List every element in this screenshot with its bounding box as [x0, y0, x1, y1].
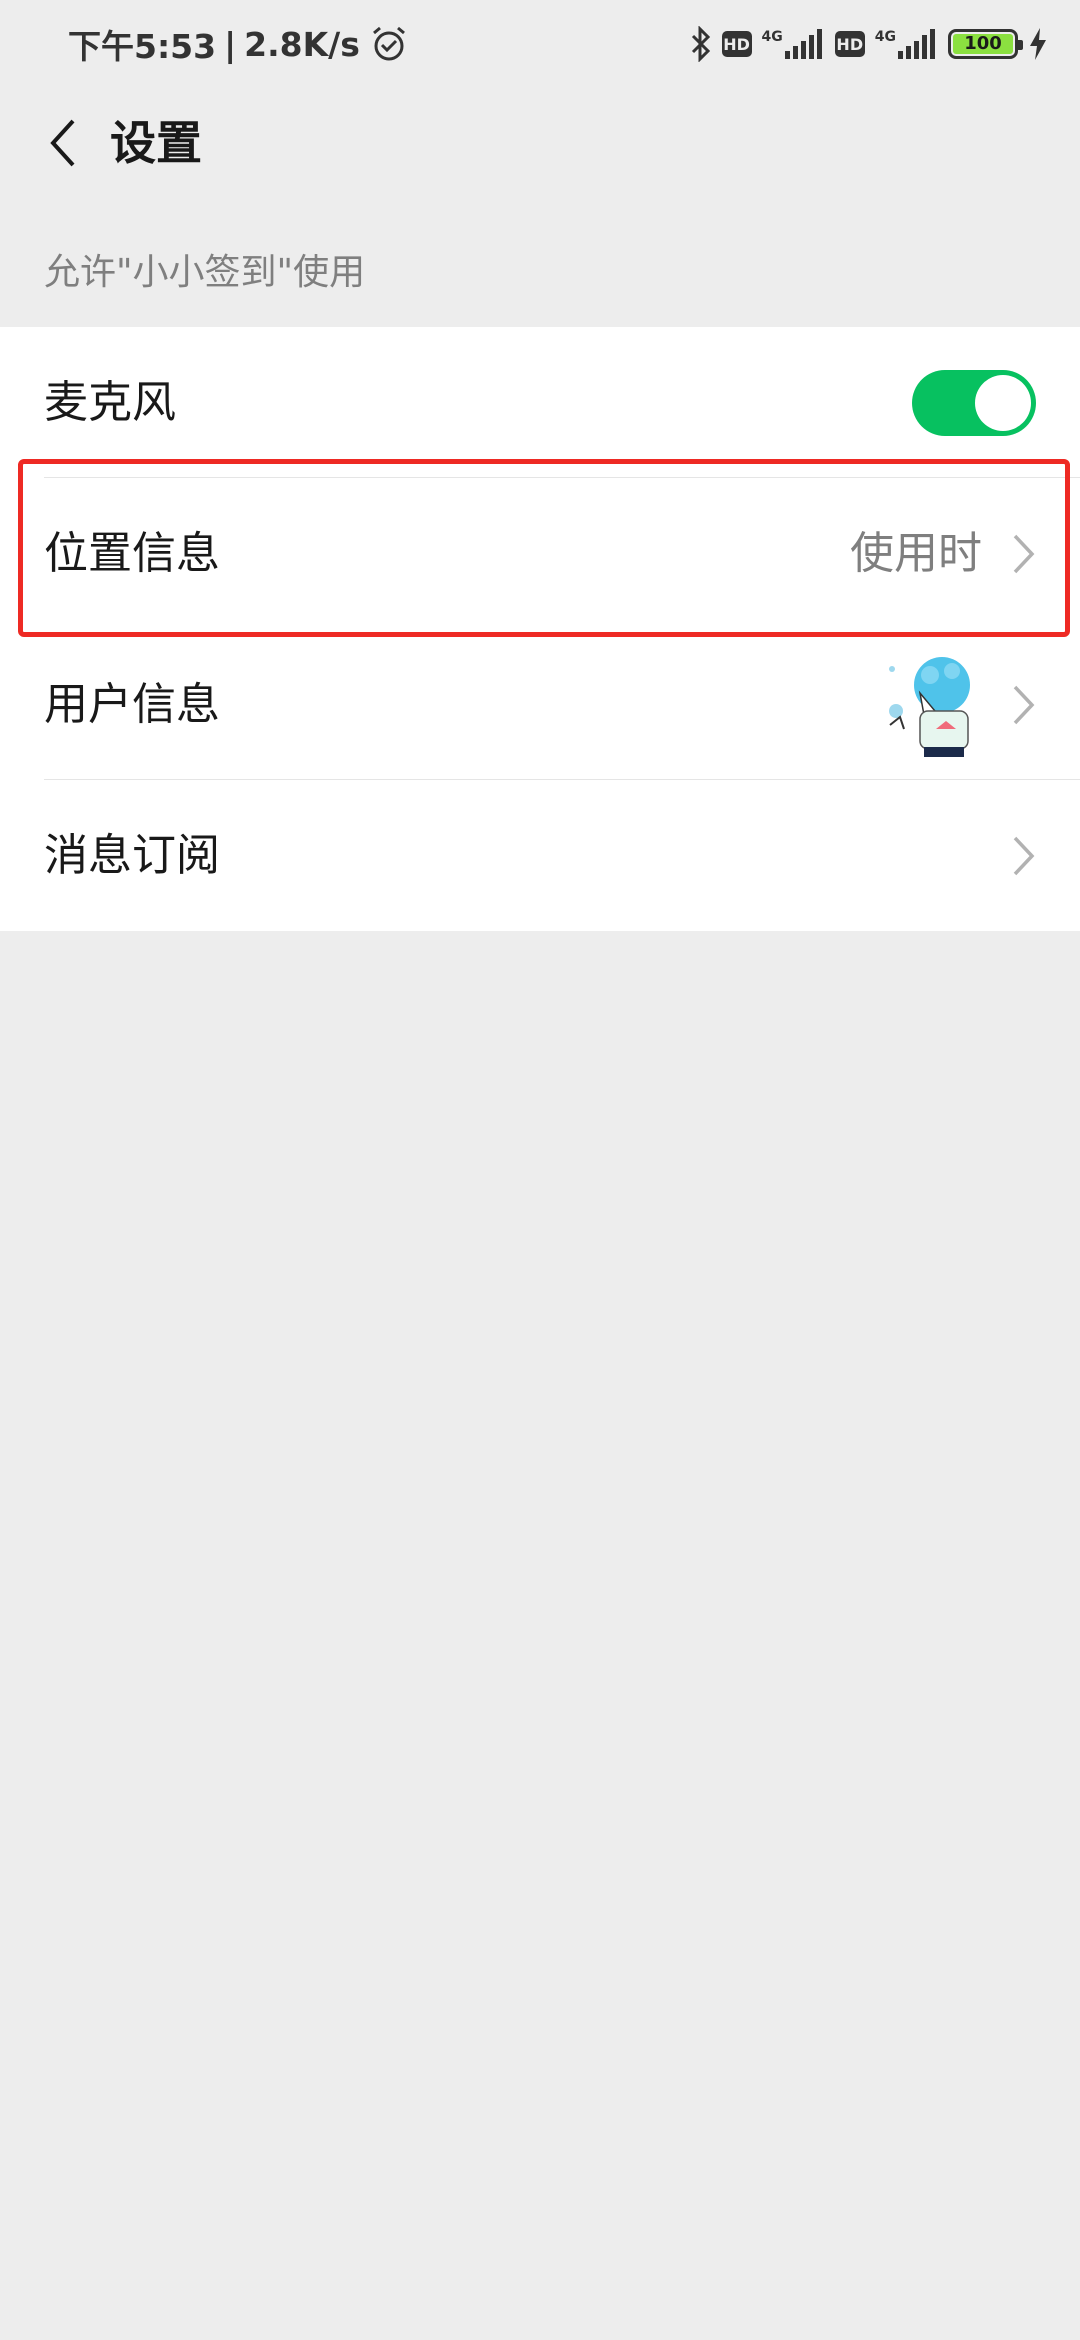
battery-level: 100: [953, 34, 1013, 54]
status-separator: |: [224, 24, 237, 64]
permission-list: 麦克风 位置信息 使用时 用户信息 消息订阅: [0, 327, 1080, 931]
avatar: [889, 656, 970, 757]
section-header: 允许"小小签到"使用: [44, 252, 366, 293]
page-title: 设置: [110, 116, 202, 170]
network-speed: 2.8K/s: [244, 24, 360, 64]
microphone-toggle[interactable]: [912, 369, 1036, 436]
battery-tip: [1018, 40, 1023, 50]
list-item-label: 麦克风: [44, 376, 176, 428]
alarm-icon: [372, 26, 405, 61]
list-item-value: 使用时: [850, 527, 982, 579]
status-bar: 下午5:53 | 2.8K/s HD 4G HD 4G 100: [0, 0, 1080, 88]
battery-icon: 100: [948, 29, 1023, 59]
list-item-microphone: 麦克风: [0, 327, 1080, 478]
chevron-right-icon: [1013, 534, 1035, 573]
list-item-location[interactable]: 位置信息 使用时: [0, 478, 1080, 629]
hd-badge: HD: [721, 31, 752, 57]
hd-badge: HD: [834, 31, 865, 57]
toggle-knob: [975, 374, 1031, 431]
list-item-label: 用户信息: [44, 678, 220, 730]
list-item-user-info[interactable]: 用户信息: [0, 629, 1080, 780]
back-button[interactable]: [30, 110, 96, 176]
network-type-2: 4G: [874, 29, 896, 45]
signal-icon: [898, 29, 935, 59]
signal-group-1: 4G: [762, 29, 825, 59]
signal-icon: [784, 29, 822, 59]
status-right: HD 4G HD 4G 100: [680, 20, 1048, 68]
list-item-label: 消息订阅: [44, 829, 220, 881]
signal-group-2: 4G: [875, 29, 938, 59]
status-time: 下午5:53: [68, 27, 217, 66]
chevron-left-icon: [50, 119, 75, 167]
charging-icon: [1030, 28, 1046, 60]
network-type-1: 4G: [761, 29, 783, 45]
bluetooth-icon: [691, 26, 710, 62]
status-left: 下午5:53 | 2.8K/s: [68, 20, 408, 68]
list-item-message-subscription[interactable]: 消息订阅: [0, 780, 1080, 931]
chevron-right-icon: [1013, 685, 1035, 724]
nav-bar: 设置: [0, 88, 1080, 198]
chevron-right-icon: [1013, 836, 1035, 875]
list-item-label: 位置信息: [44, 527, 220, 579]
